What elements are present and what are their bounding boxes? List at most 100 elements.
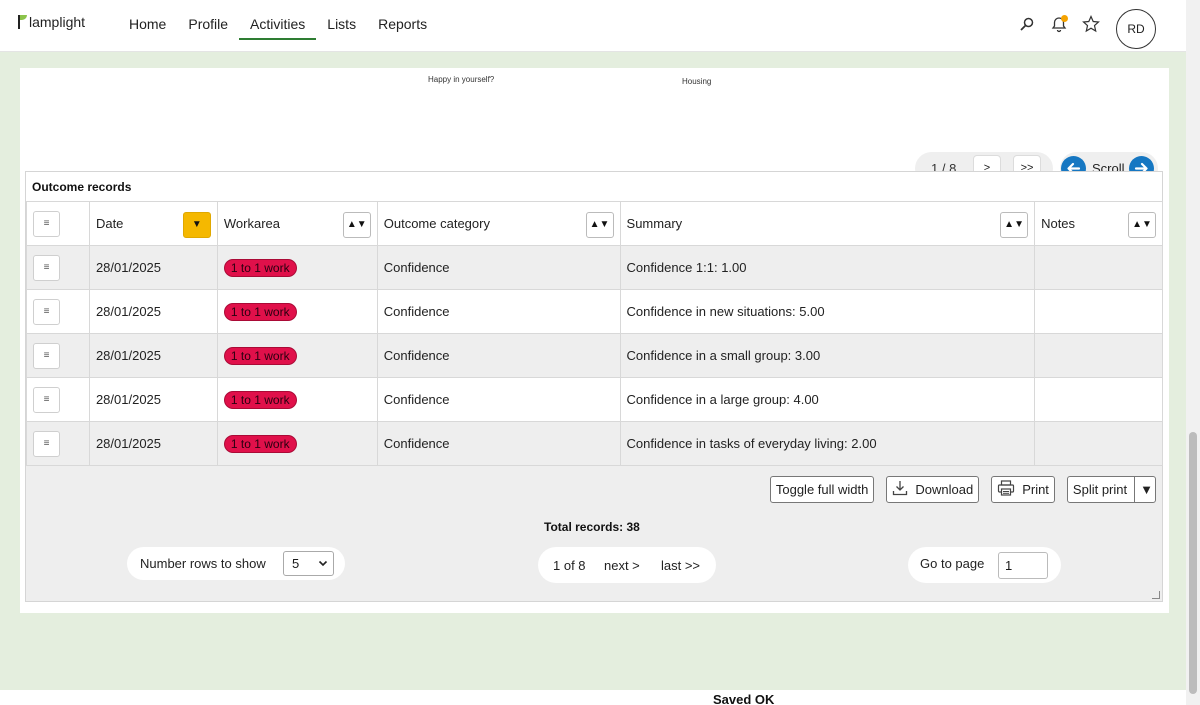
last-page-link[interactable]: last >> — [661, 558, 700, 573]
rows-to-show-value: 5 — [292, 556, 300, 571]
toggle-full-width-button[interactable]: Toggle full width — [769, 476, 875, 503]
main-panel: Happy in yourself? Housing 1 / 8 > >> Sc… — [20, 68, 1169, 613]
table-row[interactable]: ≡ 28/01/2025 1 to 1 work Confidence Conf… — [26, 289, 1163, 334]
resize-handle[interactable] — [1152, 591, 1160, 599]
print-label: Print — [1022, 482, 1049, 497]
cell-workarea: 1 to 1 work — [216, 377, 378, 422]
saved-status: Saved OK — [713, 692, 775, 705]
table-row[interactable]: ≡ 28/01/2025 1 to 1 work Confidence Conf… — [26, 333, 1163, 378]
sort-date-button[interactable]: ▼ — [182, 212, 211, 238]
cell-notes — [1034, 421, 1163, 466]
nav-reports[interactable]: Reports — [367, 0, 438, 52]
notification-bell-icon[interactable] — [1050, 15, 1068, 33]
header-workarea-label: Workarea — [223, 216, 280, 231]
table-row[interactable]: ≡ 28/01/2025 1 to 1 work Confidence Conf… — [26, 421, 1163, 466]
row-menu-button[interactable]: ≡ — [33, 386, 60, 413]
star-icon[interactable] — [1082, 15, 1100, 33]
go-to-page-input[interactable]: 1 — [998, 552, 1048, 579]
outcome-chart-area: Happy in yourself? Housing — [20, 68, 1169, 158]
cell-date: 28/01/2025 — [88, 245, 218, 290]
cell-workarea: 1 to 1 work — [216, 333, 378, 378]
row-menu-button[interactable]: ≡ — [33, 342, 60, 369]
header-workarea: Workarea ▲▼ — [216, 201, 378, 246]
cell-workarea: 1 to 1 work — [216, 289, 378, 334]
go-to-page-label: Go to page — [920, 556, 985, 571]
row-menu-cell: ≡ — [26, 377, 90, 422]
total-records: Total records: 38 — [544, 520, 640, 534]
cell-date: 28/01/2025 — [88, 333, 218, 378]
header-notes: Notes ▲▼ — [1034, 201, 1163, 246]
table-row[interactable]: ≡ 28/01/2025 1 to 1 work Confidence Conf… — [26, 245, 1163, 290]
table-header-row: ≡ Date ▼ Workarea ▲▼ Outcome category ▲▼ Su… — [26, 201, 1163, 246]
row-menu-cell: ≡ — [26, 289, 90, 334]
split-print-label: Split print — [1072, 482, 1128, 497]
print-button[interactable]: Print — [991, 476, 1055, 503]
cell-category: Confidence — [376, 245, 621, 290]
records-title-strip: Outcome records — [26, 172, 1162, 202]
sort-summary-button[interactable]: ▲▼ — [1000, 212, 1029, 238]
page-scrollbar[interactable] — [1186, 0, 1200, 705]
download-icon — [892, 480, 908, 499]
header-date-label: Date — [95, 216, 124, 231]
cell-summary: Confidence in tasks of everyday living: … — [619, 421, 1036, 466]
row-menu-cell: ≡ — [26, 421, 90, 466]
outcome-records-table: ≡ Date ▼ Workarea ▲▼ Outcome category ▲▼ Su… — [26, 201, 1163, 466]
chart-label-happy: Happy in yourself? — [428, 75, 495, 84]
cell-category: Confidence — [376, 289, 621, 334]
main-nav: Home Profile Activities Lists Reports — [118, 0, 438, 52]
table-row[interactable]: ≡ 28/01/2025 1 to 1 work Confidence Conf… — [26, 377, 1163, 422]
top-nav-bar: lamplight Home Profile Activities Lists … — [0, 0, 1200, 52]
row-menu-button[interactable]: ≡ — [33, 430, 60, 457]
cell-category: Confidence — [376, 421, 621, 466]
lamplight-logo[interactable]: lamplight — [18, 14, 85, 30]
cell-summary: Confidence in a small group: 3.00 — [619, 333, 1036, 378]
row-menu-button[interactable]: ≡ — [33, 254, 60, 281]
cell-category: Confidence — [376, 333, 621, 378]
header-summary-label: Summary — [626, 216, 683, 231]
cell-workarea: 1 to 1 work — [216, 421, 378, 466]
chart-label-housing: Housing — [682, 77, 712, 86]
rows-to-show-select[interactable]: 5 — [283, 551, 334, 576]
nav-profile[interactable]: Profile — [177, 0, 239, 52]
cell-notes — [1034, 245, 1163, 290]
scrollbar-thumb[interactable] — [1189, 432, 1197, 694]
download-button[interactable]: Download — [886, 476, 980, 503]
toggle-full-width-label: Toggle full width — [775, 482, 869, 497]
sort-workarea-button[interactable]: ▲▼ — [342, 212, 371, 238]
cell-summary: Confidence in a large group: 4.00 — [619, 377, 1036, 422]
cell-date: 28/01/2025 — [88, 377, 218, 422]
workarea-tag: 1 to 1 work — [223, 390, 297, 409]
sort-notes-button[interactable]: ▲▼ — [1128, 212, 1156, 238]
header-summary: Summary ▲▼ — [619, 201, 1036, 246]
table-actions: Toggle full width Download Print Split p… — [769, 476, 1156, 503]
cell-workarea: 1 to 1 work — [216, 245, 378, 290]
column-menu-button[interactable]: ≡ — [33, 210, 60, 237]
header-outcome-category-label: Outcome category — [383, 216, 490, 231]
logo-text: lamplight — [29, 14, 86, 30]
cell-notes — [1034, 333, 1163, 378]
cell-category: Confidence — [376, 377, 621, 422]
cell-notes — [1034, 377, 1163, 422]
chevron-down-icon — [318, 552, 328, 584]
notification-dot — [1061, 15, 1068, 22]
nav-home[interactable]: Home — [118, 0, 177, 52]
search-icon[interactable] — [1020, 17, 1034, 31]
nav-lists[interactable]: Lists — [316, 0, 367, 52]
header-menu-cell: ≡ — [26, 201, 90, 246]
header-date: Date ▼ — [88, 201, 218, 246]
workarea-tag: 1 to 1 work — [223, 258, 297, 277]
user-avatar[interactable]: RD — [1116, 9, 1156, 49]
rows-to-show-label: Number rows to show — [140, 556, 266, 571]
nav-activities[interactable]: Activities — [239, 0, 317, 52]
pagination: 1 of 8 next > last >> — [538, 547, 716, 583]
printer-icon — [997, 480, 1015, 499]
split-print-button[interactable]: Split print ▼ — [1066, 476, 1156, 503]
sort-outcome-category-button[interactable]: ▲▼ — [585, 212, 614, 238]
page-indicator: 1 of 8 — [553, 558, 586, 573]
next-page-link[interactable]: next > — [604, 558, 640, 573]
row-menu-button[interactable]: ≡ — [33, 298, 60, 325]
split-print-dropdown-icon[interactable]: ▼ — [1134, 477, 1153, 502]
footer-bar: Saved OK — [0, 690, 1186, 705]
cell-date: 28/01/2025 — [88, 289, 218, 334]
download-label: Download — [915, 482, 974, 497]
